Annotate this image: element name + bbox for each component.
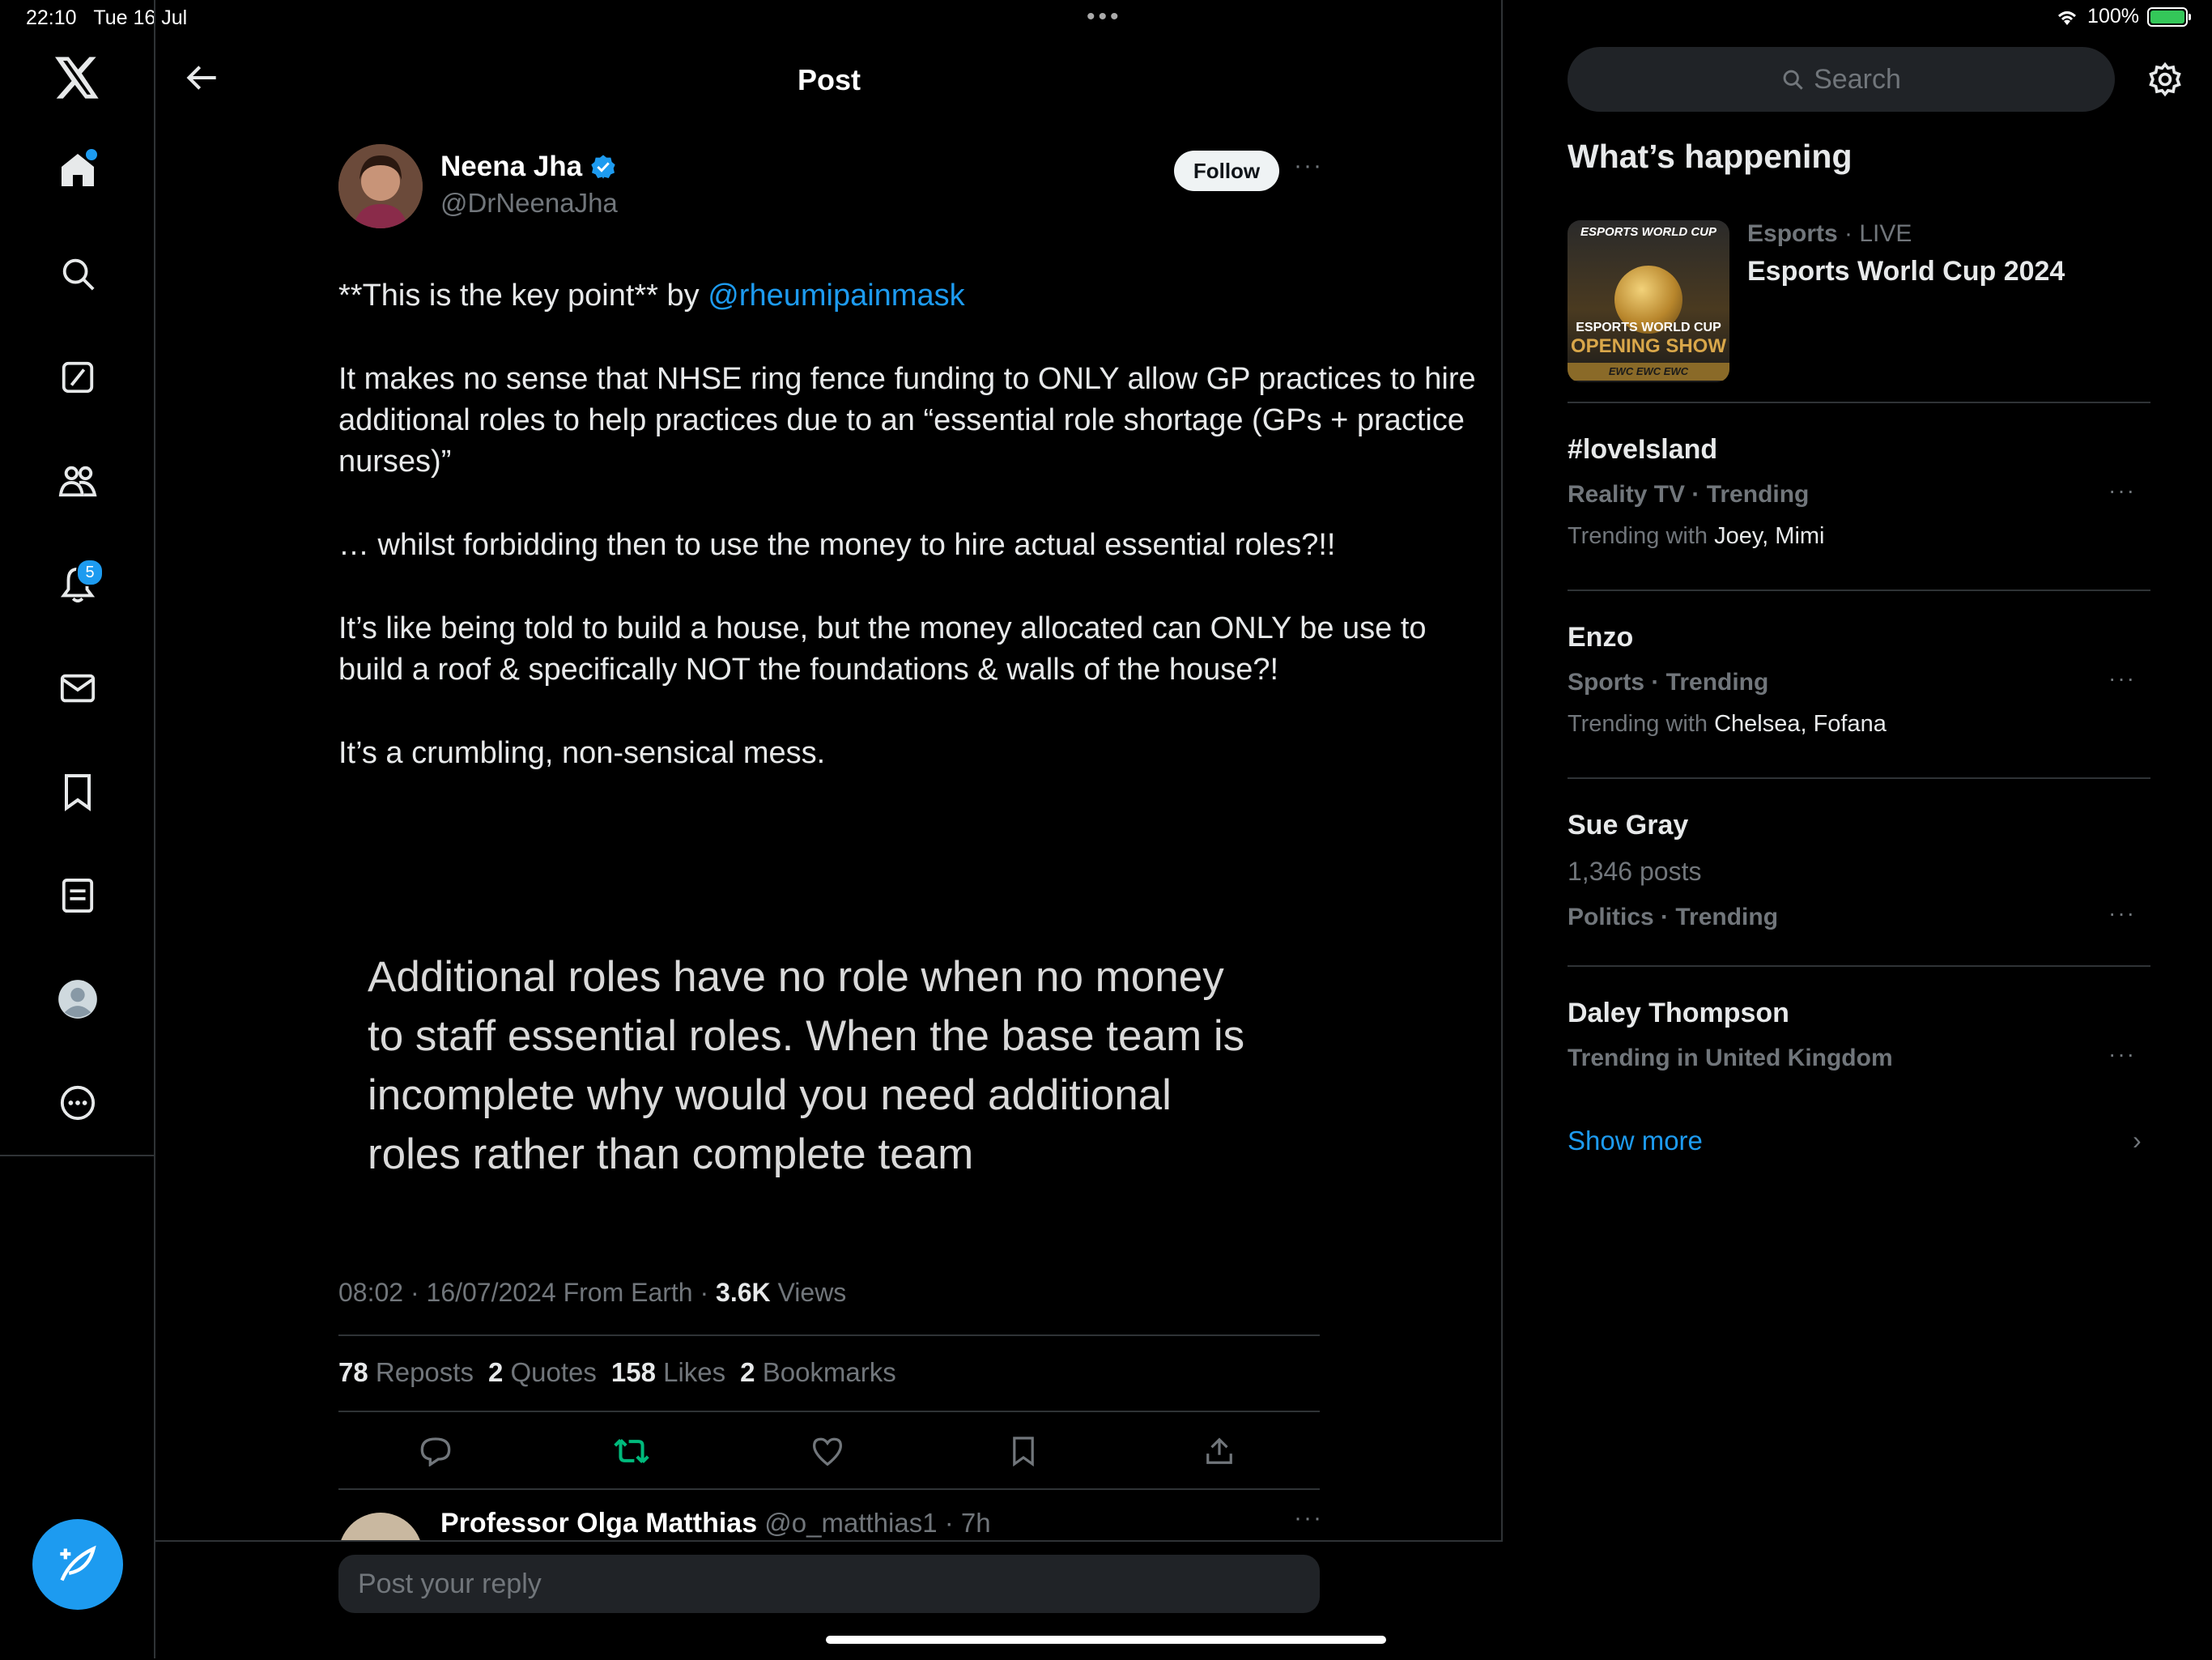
trend-category: Politics · Trending	[1568, 904, 1779, 930]
chevron-right-icon[interactable]: ›	[2133, 1126, 2142, 1156]
like-button[interactable]	[802, 1425, 853, 1477]
trend-more-button[interactable]: ···	[2108, 900, 2136, 926]
reply-input[interactable]	[338, 1555, 1320, 1613]
trend-category: Sports · Trending	[1568, 669, 1769, 696]
search-icon[interactable]	[49, 245, 107, 303]
trend-with: Trending with Chelsea, Fofana	[1568, 711, 1887, 737]
reply-icon	[420, 1437, 451, 1466]
trend-post-count: 1,346 posts	[1568, 857, 1702, 886]
trend-more-button[interactable]: ···	[2108, 666, 2136, 692]
trend-title[interactable]: Daley Thompson	[1568, 998, 1789, 1029]
follow-button[interactable]: Follow	[1174, 151, 1279, 191]
show-more-link[interactable]: Show more	[1568, 1126, 1703, 1156]
profile-icon[interactable]	[49, 970, 107, 1028]
post-paragraph: It’s like being told to build a house, b…	[338, 611, 1427, 687]
heart-icon	[812, 1437, 843, 1466]
nav-divider	[0, 1155, 155, 1156]
trend-with: Trending with Joey, Mimi	[1568, 523, 1825, 549]
reply-author[interactable]: Professor Olga Matthias @o_matthias1 · 7…	[440, 1508, 991, 1539]
search-icon	[1783, 70, 1803, 90]
post-header: Post	[155, 32, 1503, 121]
compose-post-button[interactable]	[32, 1519, 123, 1610]
messages-icon[interactable]	[49, 659, 107, 717]
divider	[1568, 777, 2150, 779]
reply-more-button[interactable]: ···	[1294, 1508, 1320, 1532]
author-name[interactable]: Neena Jha	[440, 151, 616, 183]
home-indicator[interactable]	[826, 1636, 1386, 1644]
page-title: Post	[797, 63, 861, 96]
compose-icon	[60, 1545, 96, 1581]
divider	[1568, 590, 2150, 591]
reply-preview[interactable]: Professor Olga Matthias @o_matthias1 · 7…	[338, 1508, 1320, 1540]
post-more-button[interactable]: ···	[1294, 152, 1323, 180]
post-text: **This is the key point** by @rheumipain…	[338, 275, 1488, 816]
bookmarks-stat[interactable]: 2 Bookmarks	[740, 1357, 896, 1388]
bookmark-icon	[1013, 1437, 1034, 1467]
home-icon[interactable]	[49, 141, 107, 199]
post-paragraph: It makes no sense that NHSE ring fence f…	[338, 362, 1476, 479]
trend-title[interactable]: Enzo	[1568, 622, 1633, 653]
repost-button[interactable]	[606, 1425, 657, 1477]
post-paragraph: It’s a crumbling, non-sensical mess.	[338, 736, 826, 770]
quoted-image-text[interactable]: Additional roles have no role when no mo…	[368, 947, 1469, 1184]
divider	[1568, 965, 2150, 967]
x-logo-icon[interactable]	[49, 49, 107, 107]
post-detail-column: Post Neena Jha @DrNeenaJha Follow ··· **…	[155, 0, 1503, 1660]
reposts-stat[interactable]: 78 Reposts	[338, 1357, 474, 1388]
post-paragraph: … whilst forbidding then to use the mone…	[338, 528, 1336, 562]
likes-stat[interactable]: 158 Likes	[611, 1357, 725, 1388]
gear-icon	[2149, 62, 2181, 97]
repost-icon	[614, 1439, 649, 1463]
settings-button[interactable]	[2142, 57, 2188, 102]
trend-category: Trending in United Kingdom	[1568, 1045, 1893, 1071]
trend-more-button[interactable]: ···	[2108, 1041, 2136, 1067]
featured-title[interactable]: Esports World Cup 2024	[1747, 256, 2065, 287]
reply-button[interactable]	[410, 1425, 462, 1477]
author-handle[interactable]: @DrNeenaJha	[440, 188, 618, 219]
post-meta: 08:02 · 16/07/2024 From Earth · 3.6K Vie…	[338, 1278, 847, 1307]
grok-icon[interactable]	[49, 348, 107, 406]
share-button[interactable]	[1193, 1425, 1245, 1477]
author-avatar[interactable]	[338, 144, 423, 228]
post-actions	[338, 1425, 1320, 1477]
home-unread-dot	[86, 149, 97, 160]
verified-badge-icon	[591, 155, 615, 179]
notifications-badge: 5	[76, 559, 104, 586]
quotes-stat[interactable]: 2 Quotes	[488, 1357, 597, 1388]
lists-icon[interactable]	[49, 866, 107, 925]
bookmarks-icon[interactable]	[49, 763, 107, 821]
divider	[338, 1334, 1320, 1336]
right-sidebar: Search What’s happening ESPORTS WORLD CU…	[1503, 0, 2212, 1658]
post-paragraph: **This is the key point** by @rheumipain…	[338, 279, 965, 313]
reply-avatar[interactable]	[338, 1513, 423, 1540]
trend-title[interactable]: Sue Gray	[1568, 810, 1688, 841]
mention-link[interactable]: @rheumipainmask	[708, 279, 964, 313]
divider	[338, 1488, 1320, 1490]
featured-category: Esports · LIVE	[1747, 220, 1912, 247]
section-title: What’s happening	[1568, 138, 1853, 175]
divider	[338, 1411, 1320, 1412]
notifications-icon[interactable]: 5	[49, 555, 107, 614]
trend-title[interactable]: #loveIsland	[1568, 434, 1717, 466]
bookmark-button[interactable]	[998, 1425, 1049, 1477]
left-nav: 5	[0, 0, 155, 1658]
communities-icon[interactable]	[49, 452, 107, 510]
trend-more-button[interactable]: ···	[2108, 478, 2136, 504]
share-icon	[1206, 1437, 1232, 1464]
trend-category: Reality TV · Trending	[1568, 481, 1810, 508]
divider	[1568, 402, 2150, 403]
search-input[interactable]: Search	[1568, 47, 2115, 112]
post-stats: 78 Reposts 2 Quotes 158 Likes 2 Bookmark…	[338, 1357, 896, 1388]
more-icon[interactable]	[49, 1074, 107, 1132]
featured-thumbnail[interactable]: ESPORTS WORLD CUP ESPORTS WORLD CUP OPEN…	[1568, 220, 1729, 382]
